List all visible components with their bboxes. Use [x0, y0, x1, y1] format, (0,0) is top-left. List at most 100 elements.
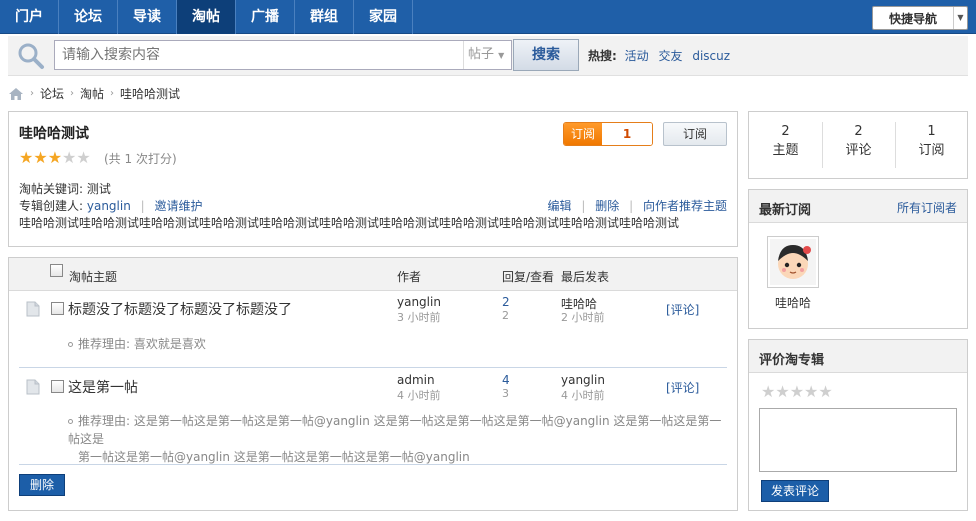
nav-list: 门户 论坛 导读 淘帖 广播 群组 家园	[0, 0, 976, 34]
thread-title[interactable]: 这是第一帖	[68, 377, 138, 397]
search-type-select[interactable]: 帖子 ▼	[463, 41, 511, 69]
table-row: 这是第一帖 admin 4 小时前 4 3 yanglin 4 小时前 [评论]…	[19, 368, 727, 465]
document-icon	[26, 301, 40, 317]
column-header-reply-view: 回复/查看	[502, 270, 555, 284]
row-checkbox[interactable]	[51, 302, 64, 315]
breadcrumb-forum[interactable]: 论坛	[40, 85, 64, 102]
stat-value: 2	[781, 124, 790, 139]
hot-term[interactable]: 活动	[625, 49, 649, 63]
reply-count[interactable]: 4	[502, 373, 510, 387]
latest-subscribers-title: 最新订阅	[759, 203, 812, 218]
recommend-reason: 推荐理由: 这是第一帖这是第一帖这是第一帖@yanglin 这是第一帖这是第一帖…	[68, 412, 728, 466]
delete-button[interactable]: 删除	[19, 474, 65, 496]
quick-nav-button[interactable]: 快捷导航 ▼	[872, 6, 968, 30]
reason-text: 第一帖这是第一帖@yanglin 这是第一帖这是第一帖这是第一帖@yanglin	[78, 450, 470, 464]
creator-label: 专辑创建人:	[19, 199, 84, 213]
star-icon[interactable]: ★	[775, 384, 789, 400]
hot-term[interactable]: discuz	[692, 49, 730, 63]
album-description: 哇哈哈测试哇哈哈测试哇哈哈测试哇哈哈测试哇哈哈测试哇哈哈测试哇哈哈测试哇哈哈测试…	[19, 216, 680, 230]
subscribe-counter[interactable]: 订阅 1	[563, 122, 653, 146]
comment-link[interactable]: [评论]	[666, 301, 699, 318]
stat-label: 订阅	[918, 143, 945, 158]
table-row: 标题没了标题没了标题没了标题没了 yanglin 3 小时前 2 2 哇哈哈 2…	[19, 291, 727, 368]
nav-item-forum[interactable]: 论坛	[59, 0, 118, 34]
star-icon[interactable]: ★	[790, 384, 804, 400]
keywords-label: 淘帖关键词:	[19, 182, 84, 196]
all-subscribers-link[interactable]: 所有订阅者	[897, 199, 957, 216]
search-input[interactable]	[55, 41, 465, 69]
reply-count[interactable]: 2	[502, 295, 510, 309]
nav-item-portal[interactable]: 门户	[0, 0, 59, 34]
star-icon: ★	[62, 148, 77, 167]
star-icon: ★	[19, 148, 34, 167]
star-icon: ★	[33, 148, 48, 167]
breadcrumb-separator: ›	[30, 88, 34, 99]
edit-link[interactable]: 编辑	[548, 199, 572, 213]
comment-link[interactable]: [评论]	[666, 379, 699, 396]
nav-item-home[interactable]: 家园	[354, 0, 413, 34]
nav-item-group[interactable]: 群组	[295, 0, 354, 34]
reason-text: 推荐理由: 喜欢就是喜欢	[78, 337, 206, 351]
star-icon[interactable]: ★	[761, 384, 775, 400]
author-time: 4 小时前	[397, 389, 441, 402]
latest-subscribers: 最新订阅 所有订阅者 哇哈哈	[748, 189, 968, 329]
subscribe-counter-label: 订阅	[564, 123, 602, 145]
delete-link[interactable]: 删除	[595, 199, 619, 213]
search-bar: 帖子 ▼ 搜索 热搜: 活动 交友 discuz	[8, 36, 968, 76]
review-title: 评价淘专辑	[759, 353, 825, 368]
quick-nav-label: 快捷导航	[888, 11, 937, 26]
invite-maintain-link[interactable]: 邀请维护	[155, 199, 203, 213]
thread-author[interactable]: yanglin	[397, 295, 441, 309]
review-header: 评价淘专辑	[749, 340, 967, 373]
subscribe-button[interactable]: 订阅	[663, 122, 727, 146]
thread-author[interactable]: admin	[397, 373, 435, 387]
avatar[interactable]	[767, 236, 819, 288]
nav-item-broadcast[interactable]: 广播	[236, 0, 295, 34]
keywords-value: 测试	[86, 182, 111, 196]
star-icon[interactable]: ★	[818, 384, 832, 400]
row-checkbox[interactable]	[51, 380, 64, 393]
thread-list: 淘帖主题 作者 回复/查看 最后发表 标题没了标题没了标题没了标题没了 yang…	[8, 257, 738, 511]
thread-list-header: 淘帖主题 作者 回复/查看 最后发表	[9, 258, 737, 291]
nav-item-collection[interactable]: 淘帖	[177, 0, 236, 34]
post-comment-button[interactable]: 发表评论	[761, 480, 829, 502]
star-icon[interactable]: ★	[804, 384, 818, 400]
recommend-link[interactable]: 向作者推荐主题	[643, 199, 727, 213]
search-type-label: 帖子	[468, 47, 495, 62]
review-textarea[interactable]	[759, 408, 957, 472]
chevron-down-icon: ▼	[498, 51, 505, 60]
last-post-time: 2 小时前	[561, 311, 605, 324]
stat-subscriptions[interactable]: 1 订阅	[895, 122, 968, 160]
breadcrumb-collection[interactable]: 淘帖	[80, 85, 104, 102]
reason-text: 推荐理由: 这是第一帖这是第一帖这是第一帖@yanglin 这是第一帖这是第一帖…	[68, 414, 722, 446]
stat-comments[interactable]: 2 评论	[822, 122, 895, 160]
hot-term[interactable]: 交友	[658, 49, 682, 63]
author-time: 3 小时前	[397, 311, 441, 324]
nav-item-guide[interactable]: 导读	[118, 0, 177, 34]
search-button[interactable]: 搜索	[513, 39, 579, 71]
breadcrumb-separator: ›	[70, 88, 75, 99]
home-icon[interactable]	[8, 87, 24, 101]
stat-label: 评论	[845, 143, 872, 158]
creator-link[interactable]: yanglin	[87, 199, 131, 213]
thread-title[interactable]: 标题没了标题没了标题没了标题没了	[68, 299, 292, 319]
column-header-subject: 淘帖主题	[69, 270, 118, 284]
column-header-last-post: 最后发表	[561, 270, 610, 284]
select-all-checkbox[interactable]	[50, 264, 63, 277]
chevron-down-icon: ▼	[953, 7, 967, 29]
hot-search: 热搜: 活动 交友 discuz	[588, 47, 736, 64]
album-keywords: 淘帖关键词: 测试	[19, 180, 111, 197]
star-icon: ★	[47, 148, 63, 167]
document-icon	[26, 379, 40, 395]
album-actions: 编辑 | 删除 | 向作者推荐主题	[548, 197, 727, 214]
latest-subscribers-header: 最新订阅 所有订阅者	[749, 190, 967, 223]
bullet-icon	[68, 342, 73, 347]
recommend-reason: 推荐理由: 喜欢就是喜欢	[68, 335, 206, 353]
stat-threads[interactable]: 2 主题	[749, 122, 822, 160]
album-header: 哇哈哈测试 ★ ★ ★ ★ ★ (共 1 次打分) 订阅 1 订阅 淘帖关键词:…	[8, 111, 738, 247]
star-icon: ★	[76, 148, 91, 167]
view-count: 2	[502, 309, 509, 322]
last-poster[interactable]: yanglin	[561, 373, 605, 387]
subscriber-name[interactable]: 哇哈哈	[763, 294, 823, 311]
stat-value: 1	[927, 124, 936, 139]
